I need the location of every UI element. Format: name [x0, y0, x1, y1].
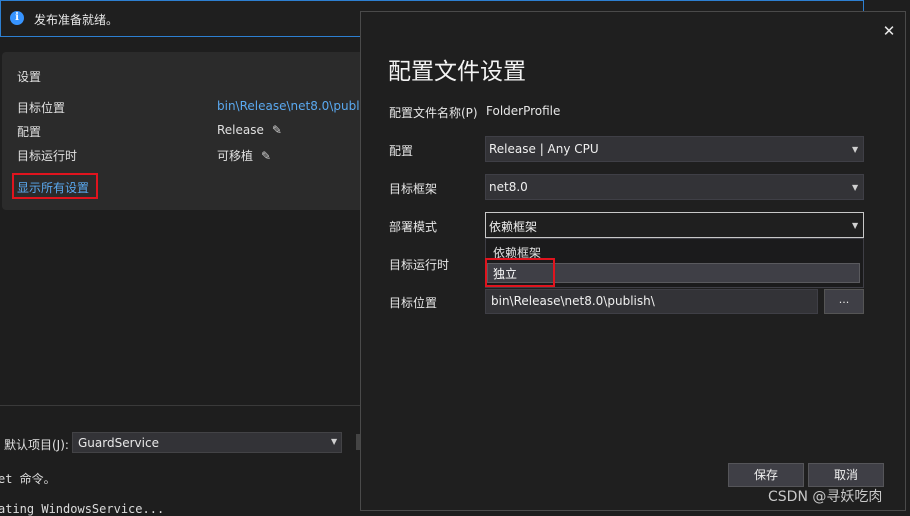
- profile-name-value: FolderProfile: [486, 104, 561, 118]
- deploy-mode-select[interactable]: [485, 212, 864, 238]
- framework-field-label: 目标框架: [389, 182, 438, 196]
- framework-select-value: net8.0: [489, 180, 528, 194]
- default-project-value: GuardService: [78, 436, 159, 450]
- show-all-settings-link[interactable]: 显示所有设置: [17, 179, 89, 196]
- save-button[interactable]: 保存: [728, 463, 804, 487]
- target-location-label: 目标位置: [17, 101, 66, 115]
- edit-pencil-icon[interactable]: ✎: [261, 149, 271, 163]
- framework-select[interactable]: [485, 174, 864, 200]
- info-icon: i: [10, 11, 24, 25]
- self-contained-highlight-box: [485, 258, 555, 287]
- deploy-mode-value: 依赖框架: [489, 220, 538, 234]
- output-line: et 命令。: [0, 472, 56, 486]
- chevron-down-icon: ▼: [331, 437, 338, 446]
- dialog-title: 配置文件设置: [388, 59, 526, 85]
- target-location-field-label: 目标位置: [389, 296, 438, 310]
- deploy-mode-label: 部署模式: [389, 220, 438, 234]
- config-value-text: Release: [217, 123, 264, 137]
- config-value: Release ✎: [217, 123, 282, 137]
- settings-title: 设置: [17, 70, 42, 84]
- chevron-down-icon: ▼: [852, 221, 859, 230]
- target-runtime-label: 目标运行时: [17, 149, 78, 163]
- default-project-label: 默认项目(J):: [4, 438, 69, 452]
- target-runtime-value: 可移植 ✎: [217, 147, 271, 164]
- target-location-value[interactable]: bin\Release\net8.0\publi: [217, 99, 363, 113]
- panel-divider: [0, 405, 360, 406]
- chevron-down-icon: ▼: [852, 145, 859, 154]
- edit-pencil-icon[interactable]: ✎: [272, 123, 282, 137]
- target-runtime-field-label: 目标运行时: [389, 258, 450, 272]
- cancel-button[interactable]: 取消: [808, 463, 884, 487]
- chevron-down-icon: ▼: [852, 183, 859, 192]
- close-icon[interactable]: ✕: [880, 22, 898, 40]
- config-field-label: 配置: [389, 144, 414, 158]
- browse-button[interactable]: ...: [824, 289, 864, 314]
- info-message: 发布准备就绪。: [34, 13, 119, 27]
- target-location-input-value: bin\Release\net8.0\publish\: [491, 294, 655, 308]
- config-label: 配置: [17, 125, 42, 139]
- target-runtime-value-text: 可移植: [217, 149, 254, 163]
- config-select-value: Release | Any CPU: [489, 142, 599, 156]
- output-line: ating WindowsService...: [0, 502, 165, 516]
- profile-name-label: 配置文件名称(P): [389, 106, 478, 120]
- watermark-text: CSDN @寻妖吃肉: [768, 489, 883, 505]
